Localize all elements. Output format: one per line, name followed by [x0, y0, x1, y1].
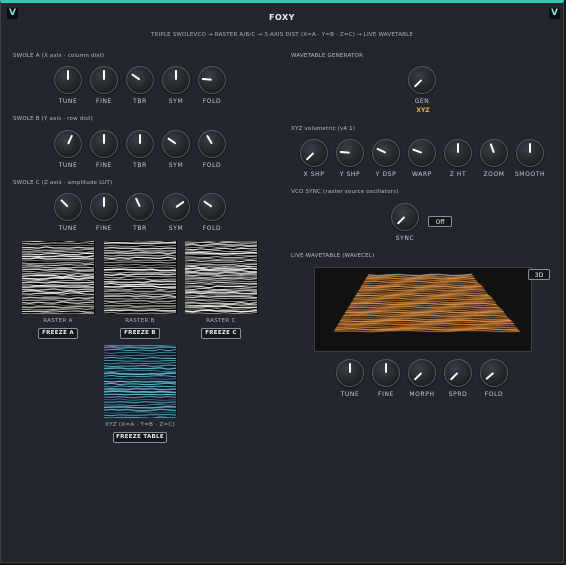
swole-a-tbr-knob-pointer: [131, 73, 141, 81]
module-panel: V V FOXY TRIPLE SWOLEVCO → RASTER A/B/C …: [0, 0, 564, 563]
swole-c-fold-knob-pointer: [203, 200, 213, 208]
swole-c-fold-knob[interactable]: [198, 193, 226, 221]
xyz-warp-knob-pointer: [412, 148, 423, 154]
xyz-zoom-knob[interactable]: [480, 139, 508, 167]
raster-a-display: [22, 241, 95, 314]
xyz-smooth-knob-pointer: [529, 143, 531, 153]
swole-c-sym-knob-pointer: [175, 200, 185, 208]
swole-a-tbr-knob[interactable]: [126, 66, 154, 94]
xyz-y-shp-knob[interactable]: [336, 139, 364, 167]
raster-c-caption: RASTER C: [206, 318, 236, 324]
live-fold-knob[interactable]: [480, 359, 508, 387]
section-title-xyz-volumetric: XYZ volumetric (v4.1): [291, 126, 356, 132]
freeze-table-button[interactable]: FREEZE TABLE: [113, 432, 167, 443]
swole-c-tbr-knob[interactable]: [126, 193, 154, 221]
section-title-vco-sync: VCO SYNC (raster source oscillators): [291, 189, 399, 195]
live-fine-knob[interactable]: [372, 359, 400, 387]
module-title: FOXY: [269, 13, 295, 22]
swole-b-tune-knob[interactable]: [54, 130, 82, 158]
raster-a-caption: RASTER A: [43, 318, 73, 324]
freeze-b-button[interactable]: FREEZE B: [120, 328, 160, 339]
section-title-swole-c: SWOLE C (Z axis · amplitude LUT): [13, 180, 113, 186]
live-sprd-knob[interactable]: [444, 359, 472, 387]
swole-a-tune-knob[interactable]: [54, 66, 82, 94]
swole-b-fine-knob-pointer: [103, 134, 105, 144]
section-title-swole-b: SWOLE B (Y axis · row dist): [13, 116, 93, 122]
raster-b-caption: RASTER B: [125, 318, 155, 324]
xyz-z-ht-knob[interactable]: [444, 139, 472, 167]
swole-a-sym-knob-pointer: [175, 70, 177, 80]
xyz-y-dsp-knob[interactable]: [372, 139, 400, 167]
xyz-x-shp-knob-pointer: [306, 152, 315, 161]
xyz-y-dsp-knob-pointer: [376, 148, 387, 154]
sync-sync-knob-pointer: [397, 216, 406, 225]
section-title-live-wavetable: LIVE WAVETABLE (WAVECEL): [291, 253, 375, 259]
gen-gen-knob[interactable]: [408, 66, 436, 94]
raster-b-display: [104, 241, 177, 314]
swole-c-tune-knob-pointer: [60, 199, 69, 208]
swole-b-fold-knob-pointer: [206, 134, 213, 145]
swole-a-fold-knob[interactable]: [198, 66, 226, 94]
xyz-smooth-label: SMOOTH: [514, 171, 546, 178]
swole-b-fine-knob[interactable]: [90, 130, 118, 158]
swole-a-sym-knob[interactable]: [162, 66, 190, 94]
swole-a-fine-knob[interactable]: [90, 66, 118, 94]
freeze-c-button[interactable]: FREEZE C: [201, 328, 241, 339]
swole-c-fine-knob-pointer: [103, 197, 105, 207]
module-subtitle: TRIPLE SWOLEVCO → RASTER A/B/C → 3-AXIS …: [150, 32, 414, 38]
live-fold-knob-pointer: [485, 372, 495, 381]
live-fine-knob-pointer: [385, 363, 387, 373]
section-title-wavetable-generator: WAVETABLE GENERATOR: [291, 53, 364, 59]
swole-b-tbr-knob[interactable]: [126, 130, 154, 158]
swole-b-sym-knob-pointer: [167, 137, 177, 145]
live-fold-label: FOLD: [484, 391, 504, 398]
live-tune-knob-pointer: [349, 363, 351, 373]
live-morph-knob[interactable]: [408, 359, 436, 387]
swole-b-tbr-knob-pointer: [139, 134, 141, 144]
swole-a-fine-knob-pointer: [103, 70, 105, 80]
sync-toggle-button[interactable]: Off: [428, 216, 452, 227]
xyz-z-ht-knob-pointer: [457, 143, 459, 153]
xyz-x-shp-knob[interactable]: [300, 139, 328, 167]
xyz-y-shp-knob-pointer: [339, 151, 351, 154]
view-3d-button[interactable]: 3D: [528, 269, 550, 280]
live-tune-knob[interactable]: [336, 359, 364, 387]
swole-c-fine-knob[interactable]: [90, 193, 118, 221]
swole-b-sym-knob[interactable]: [162, 130, 190, 158]
live-sprd-knob-pointer: [450, 372, 459, 381]
section-title-swole-a: SWOLE A (X axis · column dist): [13, 53, 105, 59]
swole-a-tune-knob-pointer: [67, 70, 69, 80]
swole-c-fold-label: FOLD: [202, 225, 222, 232]
xyz-smooth-knob[interactable]: [516, 139, 544, 167]
xyz-table-display: [104, 345, 177, 418]
swole-c-tune-knob[interactable]: [54, 193, 82, 221]
sync-sync-label: SYNC: [395, 235, 415, 242]
freeze-a-button[interactable]: FREEZE A: [38, 328, 78, 339]
swole-a-fold-label: FOLD: [202, 98, 222, 105]
live-morph-knob-pointer: [414, 372, 423, 381]
swole-b-tune-knob-pointer: [67, 134, 73, 145]
swole-a-fold-knob-pointer: [201, 78, 213, 81]
xyz-warp-knob[interactable]: [408, 139, 436, 167]
swole-b-fold-label: FOLD: [202, 162, 222, 169]
gen-value-readout: XYZ: [416, 107, 430, 114]
swole-c-sym-knob[interactable]: [162, 193, 190, 221]
live-wavetable-display: [314, 267, 532, 352]
gen-gen-knob-pointer: [414, 79, 423, 88]
raster-c-display: [185, 241, 258, 314]
xyz-zoom-knob-pointer: [489, 143, 495, 154]
swole-b-fold-knob[interactable]: [198, 130, 226, 158]
sync-sync-knob[interactable]: [391, 203, 419, 231]
xyz-table-caption: XYZ (X=A · Y=B · Z=C): [105, 422, 175, 428]
swole-c-tbr-knob-pointer: [135, 197, 141, 208]
gen-gen-label: GEN: [414, 98, 430, 105]
